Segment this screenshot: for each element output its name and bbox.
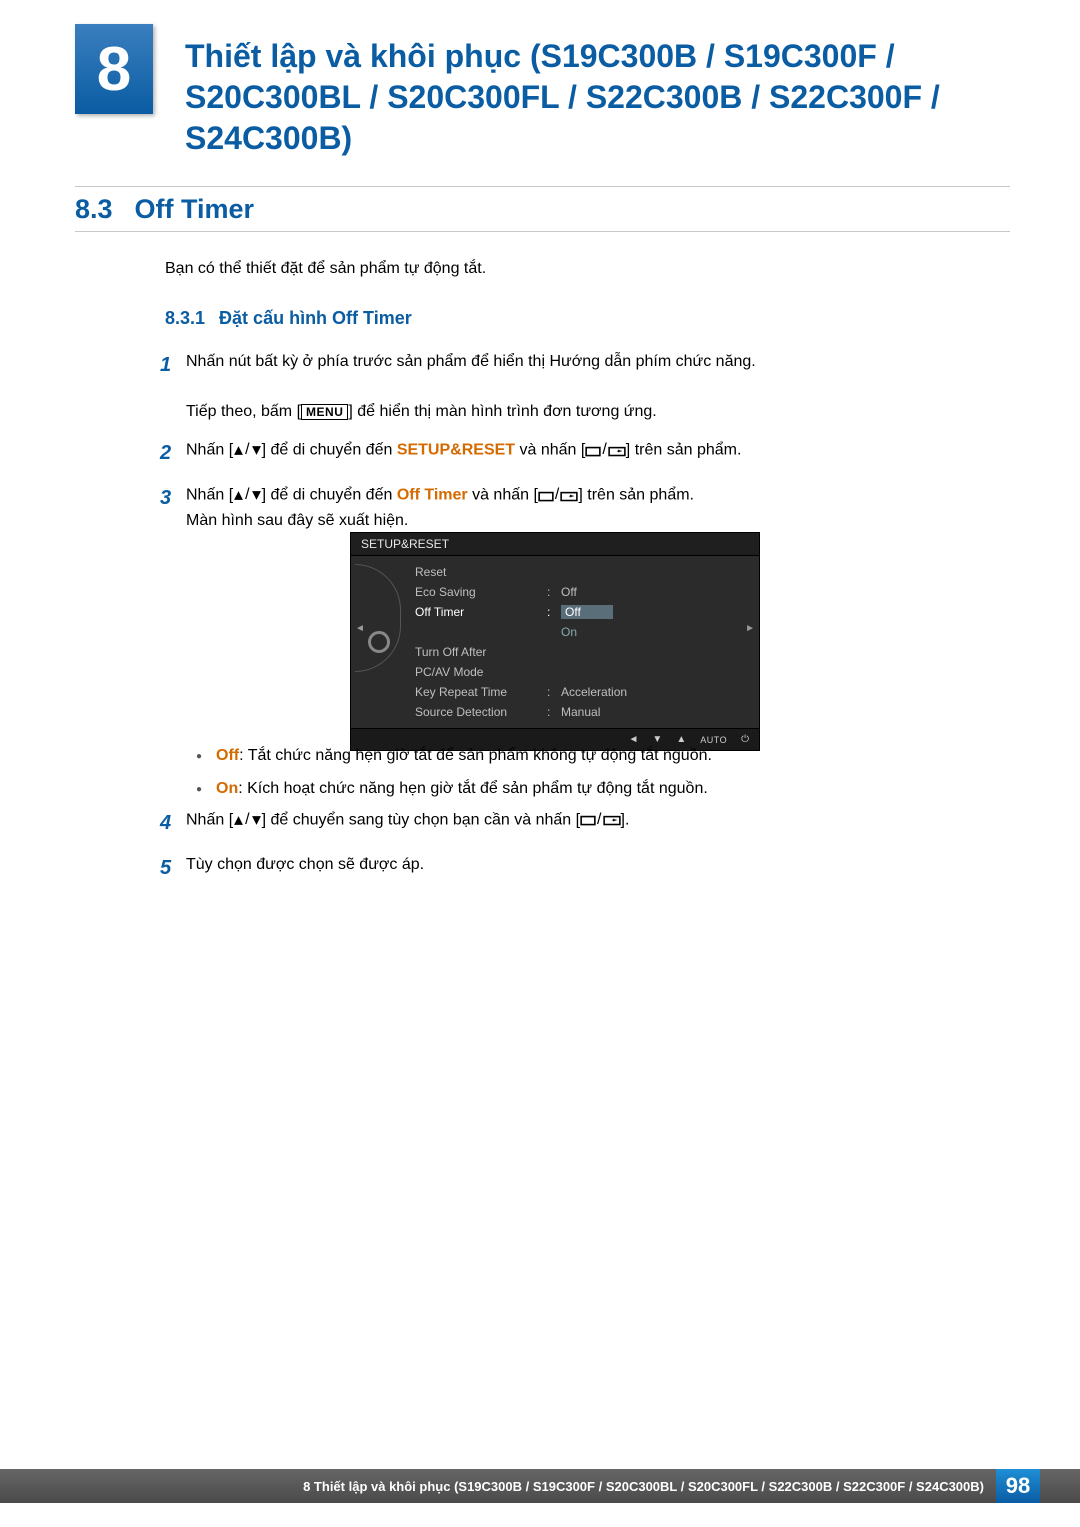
subsection-title: Đặt cấu hình Off Timer <box>219 308 412 329</box>
osd-item-label: Off Timer <box>415 605 547 619</box>
up-down-icon: / <box>233 483 261 508</box>
step-2-post2: ] trên sản phẩm. <box>626 442 742 459</box>
bullet-off: ● Off: Tắt chức năng hẹn giờ tắt để sản … <box>196 742 1010 769</box>
step-2-target: SETUP&RESET <box>397 442 515 459</box>
up-down-icon: / <box>233 438 261 463</box>
select-enter-icon: / <box>585 438 625 463</box>
section-intro: Bạn có thể thiết đặt để sản phẩm tự động… <box>165 260 486 278</box>
page-number: 98 <box>996 1469 1040 1503</box>
step-3-mid: ] để di chuyển đến <box>262 487 397 504</box>
bullet-off-text: : Tắt chức năng hẹn giờ tắt để sản phẩm … <box>239 747 712 764</box>
steps-list-continued: 4 Nhấn [/] để chuyển sang tùy chọn bạn c… <box>160 808 1010 898</box>
step-3-post1: và nhấn [ <box>468 487 538 504</box>
step-4-post: ]. <box>621 812 630 829</box>
osd-item-label: Reset <box>415 565 547 579</box>
step-3-line2: Màn hình sau đây sẽ xuất hiện. <box>186 512 408 529</box>
bullet-dot-icon: ● <box>196 775 216 802</box>
osd-item-label: PC/AV Mode <box>415 665 547 679</box>
nav-right-icon: ► <box>745 623 755 634</box>
osd-screenshot: SETUP&RESET Reset Eco Saving:Off Off Tim… <box>350 532 760 751</box>
page: 8 Thiết lập và khôi phục (S19C300B / S19… <box>0 0 1080 1527</box>
menu-key-icon: MENU <box>301 404 348 420</box>
step-3: 3 Nhấn [/] để di chuyển đến Off Timer và… <box>160 483 1010 533</box>
osd-item-label: Eco Saving <box>415 585 547 599</box>
osd-menu: Reset Eco Saving:Off Off Timer:Off On Tu… <box>407 556 759 728</box>
step-number: 5 <box>160 853 186 884</box>
step-4-pre: Nhấn [ <box>186 812 233 829</box>
step-1-line-b-pre: Tiếp theo, bấm [ <box>186 403 301 420</box>
osd-item-label: Key Repeat Time <box>415 685 547 699</box>
section-header: 8.3 Off Timer <box>75 186 1010 232</box>
step-5-text: Tùy chọn được chọn sẽ được áp. <box>186 856 424 873</box>
footer-text: 8 Thiết lập và khôi phục (S19C300B / S19… <box>0 1479 996 1494</box>
steps-list: 1 Nhấn nút bất kỳ ở phía trước sản phẩm … <box>160 350 1010 548</box>
select-enter-icon: / <box>580 808 620 833</box>
osd-item-value: Manual <box>561 705 751 719</box>
step-number: 3 <box>160 483 186 533</box>
chapter-title: Thiết lập và khôi phục (S19C300B / S19C3… <box>185 36 1010 159</box>
select-enter-icon: / <box>538 483 578 508</box>
step-number: 4 <box>160 808 186 839</box>
bullet-on-text: : Kích hoạt chức năng hẹn giờ tắt để sản… <box>238 780 708 797</box>
subsection-header: 8.3.1 Đặt cấu hình Off Timer <box>165 308 412 329</box>
bullet-dot-icon: ● <box>196 742 216 769</box>
step-1-line-b-post: ] để hiển thị màn hình trình đơn tương ứ… <box>348 403 656 420</box>
osd-item-value-highlight: Off <box>561 605 613 619</box>
up-down-icon: / <box>233 808 261 833</box>
step-2-pre: Nhấn [ <box>186 442 233 459</box>
bullet-off-keyword: Off <box>216 747 239 764</box>
section-title: Off Timer <box>135 194 255 225</box>
step-1-line-a: Nhấn nút bất kỳ ở phía trước sản phẩm để… <box>186 353 756 370</box>
step-number: 1 <box>160 350 186 424</box>
step-4-mid: ] để chuyển sang tùy chọn bạn cần và nhấ… <box>262 812 580 829</box>
step-4: 4 Nhấn [/] để chuyển sang tùy chọn bạn c… <box>160 808 1010 839</box>
subsection-number: 8.3.1 <box>165 308 205 329</box>
step-1: 1 Nhấn nút bất kỳ ở phía trước sản phẩm … <box>160 350 1010 424</box>
osd-item-value: Acceleration <box>561 685 751 699</box>
section-number: 8.3 <box>75 194 113 225</box>
option-bullets: ● Off: Tắt chức năng hẹn giờ tắt để sản … <box>196 742 1010 808</box>
gear-icon <box>368 631 390 653</box>
osd-item-value: Off <box>561 585 751 599</box>
step-3-target: Off Timer <box>397 487 468 504</box>
step-3-pre: Nhấn [ <box>186 487 233 504</box>
osd-title: SETUP&RESET <box>351 533 759 556</box>
osd-item-label: Source Detection <box>415 705 547 719</box>
bullet-on: ● On: Kích hoạt chức năng hẹn giờ tắt để… <box>196 775 1010 802</box>
bullet-on-keyword: On <box>216 780 238 797</box>
nav-left-icon: ◄ <box>355 623 365 634</box>
step-5: 5 Tùy chọn được chọn sẽ được áp. <box>160 853 1010 884</box>
osd-left-panel <box>351 556 407 728</box>
osd-item-value: On <box>561 625 751 639</box>
osd-item-label: Turn Off After <box>415 645 547 659</box>
step-3-post2: ] trên sản phẩm. <box>578 487 694 504</box>
step-2-post1: và nhấn [ <box>515 442 585 459</box>
page-footer: 8 Thiết lập và khôi phục (S19C300B / S19… <box>0 1469 1080 1503</box>
chapter-number-badge: 8 <box>75 24 153 114</box>
step-2-mid: ] để di chuyển đến <box>262 442 397 459</box>
step-number: 2 <box>160 438 186 469</box>
step-2: 2 Nhấn [/] để di chuyển đến SETUP&RESET … <box>160 438 1010 469</box>
